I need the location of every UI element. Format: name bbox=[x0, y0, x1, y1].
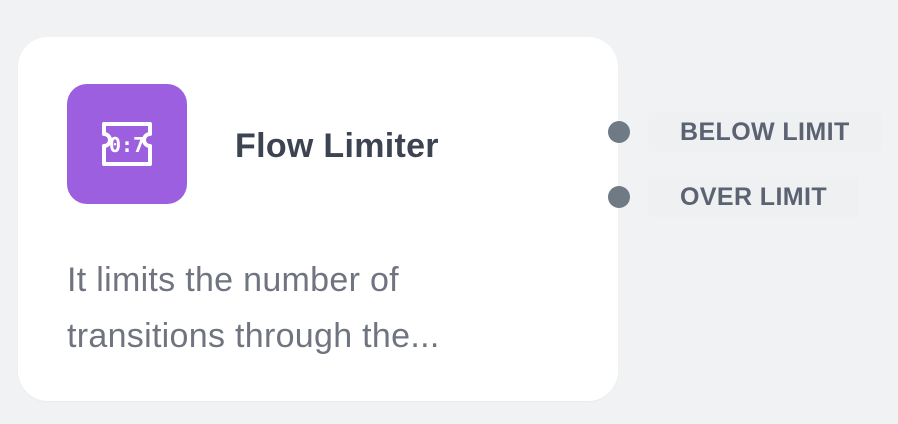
node-description-line: transitions through the... bbox=[67, 317, 440, 355]
output-port-dot[interactable] bbox=[608, 121, 630, 143]
svg-text:0:7: 0:7 bbox=[109, 133, 145, 157]
output-port-label-box: BELOW LIMIT bbox=[648, 112, 882, 152]
output-port-label: OVER LIMIT bbox=[680, 182, 828, 211]
node-title: Flow Limiter bbox=[235, 127, 439, 165]
output-port-over-limit[interactable]: OVER LIMIT bbox=[600, 177, 860, 217]
node-description: It limits the number of transitions thro… bbox=[67, 252, 587, 364]
output-port-label-box: OVER LIMIT bbox=[648, 177, 860, 217]
output-port-dot[interactable] bbox=[608, 186, 630, 208]
node-description-line: It limits the number of bbox=[67, 261, 399, 299]
counter-icon: 0:7 bbox=[102, 122, 152, 166]
node-icon-tile: 0:7 bbox=[67, 84, 187, 204]
output-port-below-limit[interactable]: BELOW LIMIT bbox=[600, 112, 882, 152]
flow-limiter-node[interactable]: 0:7 Flow Limiter It limits the number of… bbox=[18, 37, 618, 401]
output-port-label: BELOW LIMIT bbox=[680, 117, 850, 146]
